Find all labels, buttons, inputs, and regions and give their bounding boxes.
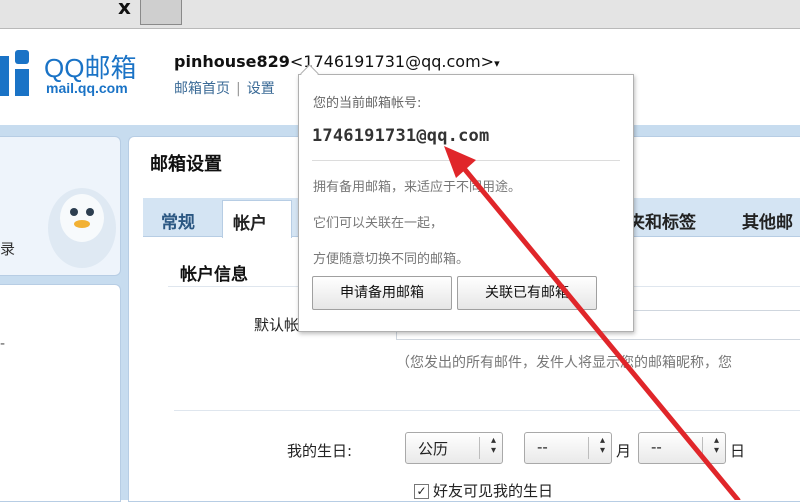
birth-month-value: -- [537, 438, 548, 456]
penguin-avatar-icon [48, 188, 116, 268]
select-arrows-icon: ▴ ▾ [599, 435, 605, 456]
tab-other[interactable]: 其他邮 [742, 208, 793, 233]
select-arrows-icon: ▴ ▾ [490, 435, 496, 456]
current-account-email: 1746191731@qq.com [312, 126, 490, 146]
select-arrows-icon: ▴ ▾ [713, 435, 719, 456]
birthday-visible-checkbox[interactable]: ✓ [414, 484, 429, 499]
link-existing-email-button[interactable]: 关联已有邮箱 [457, 276, 597, 310]
select-divider [702, 437, 703, 459]
day-unit: 日 [730, 442, 746, 460]
nav-separator: | [236, 81, 241, 97]
tab-general[interactable]: 常规 [161, 208, 195, 233]
sidebar-folder-panel [0, 284, 121, 502]
top-nav: 邮箱首页 | 设置 [174, 78, 275, 98]
brand-url: mail.qq.com [46, 80, 128, 96]
apply-backup-email-button[interactable]: 申请备用邮箱 [312, 276, 452, 310]
sidebar-label[interactable]: 录 [0, 238, 15, 259]
sidebar-dash: - [0, 336, 6, 352]
popover-description-line: 方便随意切换不同的邮箱。 [313, 252, 470, 267]
section-title: 帐户信息 [180, 265, 248, 285]
divider [312, 160, 620, 161]
birth-month-select[interactable]: -- ▴ ▾ [524, 432, 612, 464]
tab-account-label: 帐户 [233, 214, 267, 234]
birth-day-value: -- [651, 438, 662, 456]
tab-folders-and-tags[interactable]: 夹和标签 [628, 208, 696, 233]
select-divider [479, 437, 480, 459]
birth-day-select[interactable]: -- ▴ ▾ [638, 432, 726, 464]
nav-settings-link[interactable]: 设置 [247, 81, 275, 97]
calendar-type-select[interactable]: 公历 ▴ ▾ [405, 432, 503, 464]
browser-tab[interactable] [140, 0, 182, 25]
chevron-down-icon[interactable]: ▾ [494, 57, 500, 70]
birthday-label: 我的生日: [287, 442, 353, 460]
calendar-type-value: 公历 [418, 440, 449, 458]
select-divider [588, 437, 589, 459]
tab-account[interactable]: 帐户 [222, 200, 292, 238]
nav-home-link[interactable]: 邮箱首页 [174, 81, 230, 97]
user-nickname: pinhouse829 [174, 52, 290, 71]
birthday-visible-label[interactable]: 好友可见我的生日 [433, 480, 553, 501]
popover-label: 您的当前邮箱帐号: [313, 96, 422, 111]
popover-description-line: 它们可以关联在一起， [313, 216, 444, 231]
popover-description-line: 拥有备用邮箱，来适应于不同用途。 [313, 180, 522, 195]
qq-mail-logo-icon [0, 50, 29, 96]
hint-text: （您发出的所有邮件，发件人将显示您的邮箱昵称，您 [396, 355, 732, 371]
close-tab-icon[interactable]: x [118, 0, 131, 19]
account-switcher[interactable]: pinhouse829<1746191731@qq.com>▾ [174, 52, 500, 71]
user-email: <1746191731@qq.com> [289, 52, 495, 71]
month-unit: 月 [616, 442, 632, 460]
page-title: 邮箱设置 [150, 154, 222, 175]
divider [174, 410, 800, 411]
